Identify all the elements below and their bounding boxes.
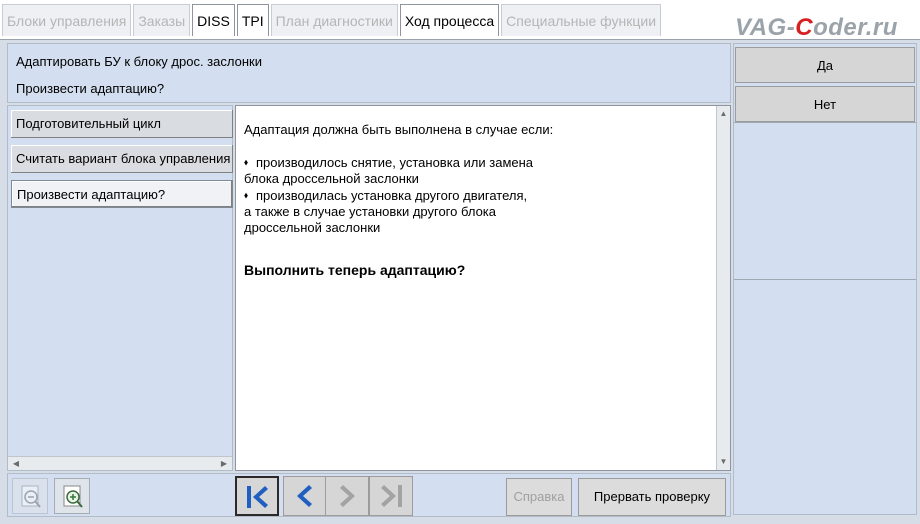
last-icon	[381, 485, 402, 507]
question-header: Адаптировать БУ к блоку дрос. заслонки П…	[7, 43, 731, 103]
tab-tpi[interactable]: TPI	[236, 4, 269, 36]
instructions-text: Адаптация должна быть выполнена в случае…	[244, 122, 714, 278]
brand-logo: VAG-Coder.ru	[735, 14, 898, 42]
first-icon	[247, 486, 268, 508]
tab-special-functions[interactable]: Специальные функции	[501, 4, 662, 36]
instructions-bullet-2-cont: а также в случае установки другого блока	[244, 204, 497, 219]
abort-test-button[interactable]: Прервать проверку	[578, 478, 726, 516]
step-list: Подготовительный цикл Считать вариант бл…	[7, 105, 233, 471]
yes-button[interactable]: Да	[735, 47, 915, 83]
answer-panel: Да Нет	[733, 43, 917, 515]
instructions-bullet-2: ⬧ производилась установка другого двигате…	[244, 188, 528, 203]
first-step-button[interactable]	[235, 476, 279, 516]
brand-suffix: oder.ru	[813, 14, 898, 41]
last-step-button[interactable]	[369, 476, 413, 516]
bullet-icon: ⬧	[244, 157, 249, 167]
scroll-left-icon[interactable]: ◀	[10, 457, 22, 470]
step-item-read-variant[interactable]: Считать вариант блока управления	[11, 145, 233, 173]
help-button[interactable]: Справка	[506, 478, 572, 516]
brand-accent: C	[795, 14, 814, 41]
instructions-panel: Адаптация должна быть выполнена в случае…	[235, 105, 731, 471]
scroll-down-icon[interactable]: ▼	[717, 456, 730, 468]
procedure-title: Адаптировать БУ к блоку дрос. заслонки	[16, 54, 262, 69]
tab-control-units[interactable]: Блоки управления	[2, 4, 132, 36]
zoom-out-button[interactable]	[12, 478, 48, 514]
bullet-icon: ⬧	[244, 190, 249, 200]
step-item-adaptation[interactable]: Произвести адаптацию?	[11, 180, 233, 208]
instructions-bullet-1-cont: блока дроссельной заслонки	[244, 171, 419, 186]
zoom-out-icon	[21, 485, 41, 508]
next-icon	[340, 485, 355, 507]
brand-prefix: VAG-	[735, 14, 796, 41]
zoom-in-button[interactable]	[54, 478, 90, 514]
zoom-in-icon	[63, 485, 83, 508]
previous-step-button[interactable]	[283, 476, 327, 516]
tab-diagnostic-plan[interactable]: План диагностики	[270, 4, 398, 36]
instructions-bullet-1: ⬧ производилось снятие, установка или зам…	[244, 155, 534, 170]
bottom-toolbar: Справка Прервать проверку	[7, 473, 731, 517]
next-step-button[interactable]	[325, 476, 369, 516]
divider	[734, 279, 916, 280]
procedure-question: Произвести адаптацию?	[16, 81, 165, 96]
tab-orders[interactable]: Заказы	[133, 4, 191, 36]
tab-bar: Блоки управления Заказы DISS TPI План ди…	[0, 0, 920, 42]
tabs: Блоки управления Заказы DISS TPI План ди…	[2, 4, 663, 36]
scroll-right-icon[interactable]: ▶	[218, 457, 230, 470]
scroll-up-icon[interactable]: ▲	[717, 108, 730, 120]
instructions-bullet-2-cont2: дроссельной заслонки	[244, 220, 381, 235]
tab-process[interactable]: Ход процесса	[399, 4, 500, 36]
horizontal-scrollbar[interactable]: ◀ ▶	[8, 456, 232, 470]
vertical-scrollbar[interactable]: ▲ ▼	[716, 106, 730, 470]
prev-icon	[297, 485, 312, 507]
instructions-question: Выполнить теперь адаптацию?	[244, 262, 466, 278]
no-button[interactable]: Нет	[735, 86, 915, 122]
instructions-intro: Адаптация должна быть выполнена в случае…	[244, 122, 554, 137]
tab-diss[interactable]: DISS	[192, 4, 235, 36]
divider	[734, 122, 916, 123]
step-item-preparation[interactable]: Подготовительный цикл	[11, 110, 233, 138]
